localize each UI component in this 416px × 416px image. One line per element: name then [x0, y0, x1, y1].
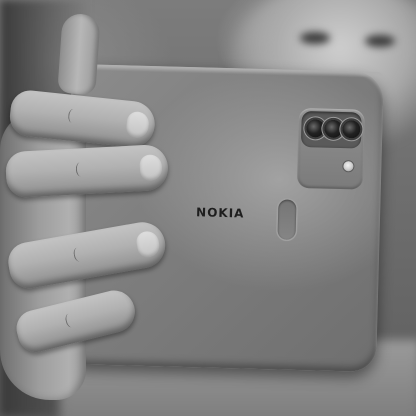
camera-module	[296, 107, 365, 190]
background-eye-right	[365, 35, 395, 47]
brand-logo: NOKIA	[195, 205, 245, 221]
fingernail	[139, 154, 163, 182]
thumb	[57, 12, 101, 96]
lens-strip	[300, 111, 362, 149]
flash-icon	[343, 161, 354, 172]
fingerprint-sensor	[277, 199, 297, 240]
fingernail	[125, 110, 150, 139]
knuckle-crease	[67, 108, 78, 124]
knuckle-crease	[64, 312, 77, 329]
fingernail	[134, 229, 162, 259]
camera-lens-icon	[342, 120, 361, 139]
photo-scene: NOKIA	[0, 0, 416, 416]
background-eye-left	[300, 32, 330, 44]
camera-lens-icon	[324, 119, 343, 139]
knuckle-crease	[72, 246, 84, 263]
camera-lens-icon	[306, 119, 325, 138]
middle-finger	[4, 143, 170, 199]
knuckle-crease	[75, 162, 86, 177]
